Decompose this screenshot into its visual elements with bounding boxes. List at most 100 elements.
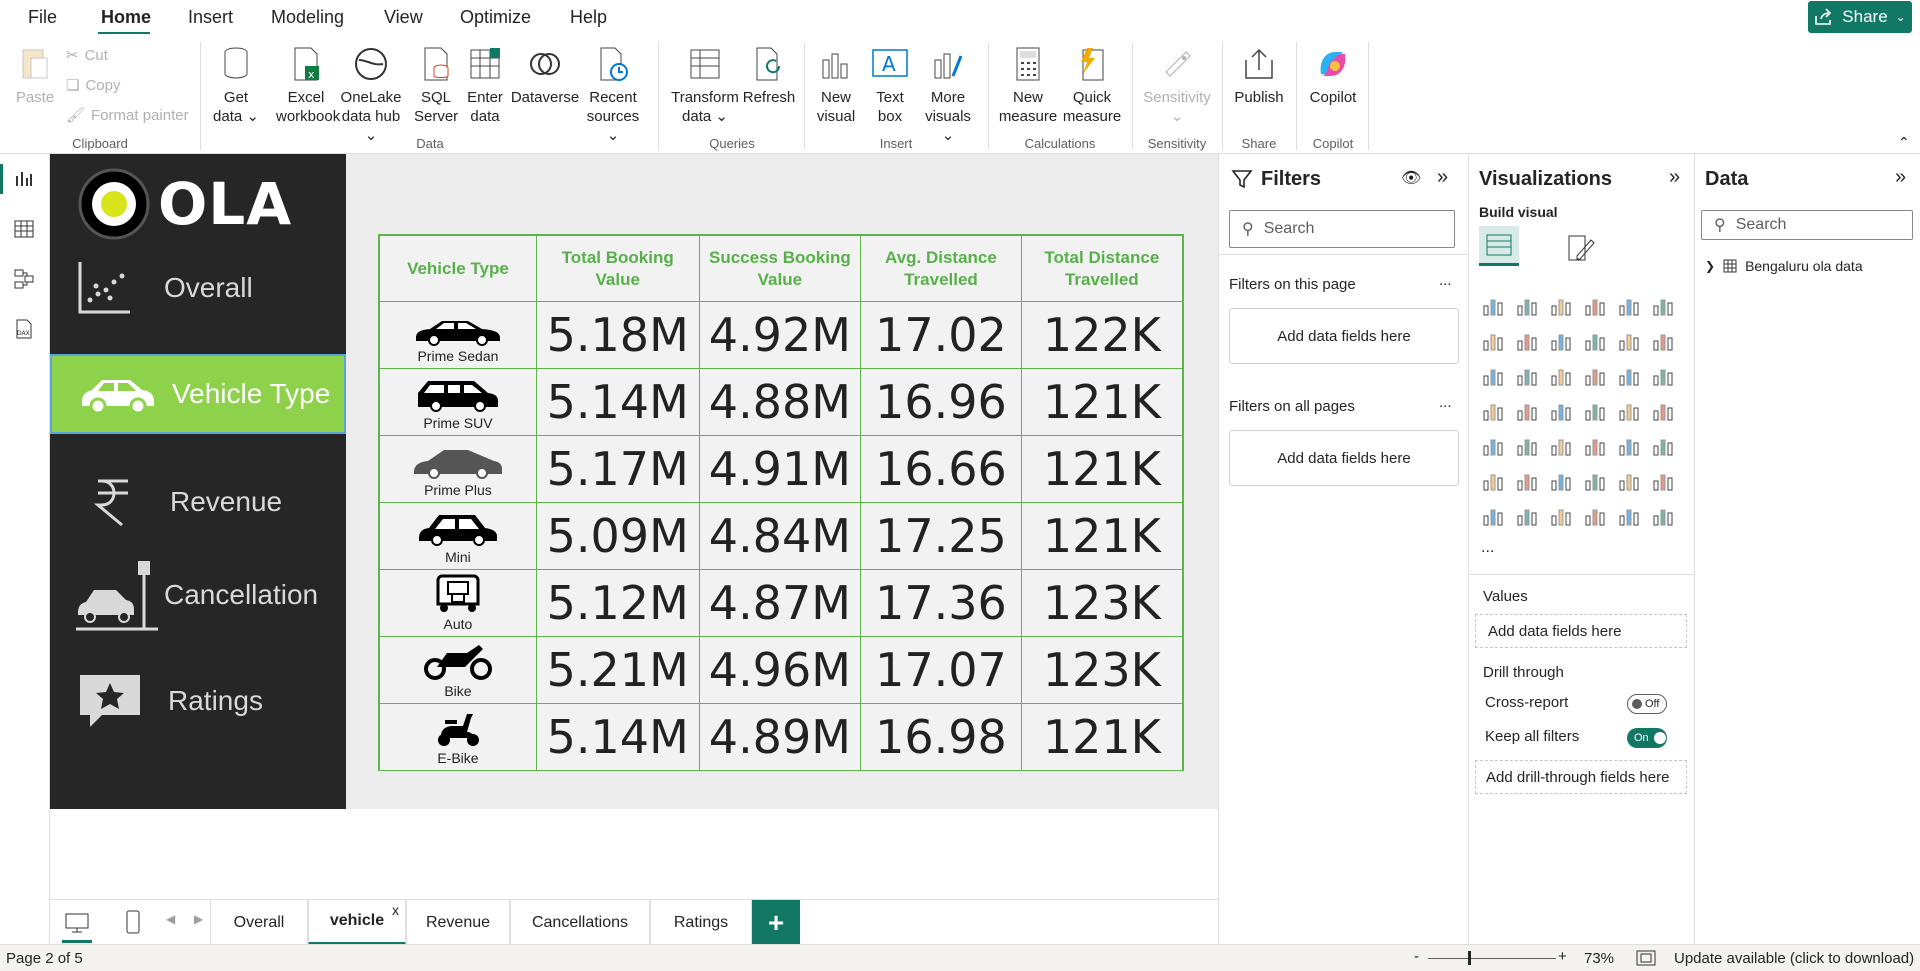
data-search-input[interactable]: ⚲ Search (1701, 210, 1913, 240)
ribbon-chart-icon[interactable] (1481, 364, 1507, 390)
zoom-slider-thumb[interactable] (1468, 951, 1471, 965)
data-table-item[interactable]: ❯ Bengaluru ola data (1705, 258, 1863, 274)
header-total-booking-value[interactable]: Total Booking Value (535, 235, 700, 302)
menu-optimize[interactable]: Optimize (460, 7, 531, 28)
clustered-column-chart-icon[interactable] (1583, 294, 1609, 320)
format-painter-button[interactable]: 🖌 Format painter (66, 106, 189, 125)
more-visuals-button[interactable]: More visuals ⌄ (920, 46, 976, 145)
line-stacked-column-chart-icon[interactable] (1651, 329, 1677, 355)
previous-page-icon[interactable]: ◀ (166, 912, 175, 926)
chevron-visual-icon[interactable] (1651, 504, 1677, 530)
power-apps-icon[interactable] (1515, 504, 1541, 530)
arcgis-map-icon[interactable] (1583, 504, 1609, 530)
100-stacked-area-chart-icon[interactable] (1583, 329, 1609, 355)
stacked-bar-chart-icon[interactable] (1481, 294, 1507, 320)
pie-chart-icon[interactable] (1617, 364, 1643, 390)
diamond-visual-icon[interactable] (1617, 504, 1643, 530)
desktop-layout-icon[interactable] (64, 912, 90, 934)
key-influencers-icon[interactable] (1515, 469, 1541, 495)
gauge-icon[interactable] (1617, 399, 1643, 425)
cross-report-toggle[interactable]: Off (1627, 694, 1667, 714)
azure-map-icon[interactable] (1583, 399, 1609, 425)
paste-button[interactable]: Paste (14, 46, 56, 107)
kpi-icon[interactable] (1515, 434, 1541, 460)
area-chart-icon[interactable] (1515, 329, 1541, 355)
update-available-link[interactable]: Update available (click to download) (1674, 950, 1914, 967)
goals-icon[interactable] (1651, 469, 1677, 495)
table-visual-icon[interactable] (1583, 434, 1609, 460)
get-data-button[interactable]: Get data ⌄ (208, 46, 264, 126)
paginated-report-icon[interactable] (1481, 504, 1507, 530)
table-view-icon[interactable] (13, 218, 35, 240)
filled-map-icon[interactable] (1549, 399, 1575, 425)
report-view-icon[interactable] (13, 168, 35, 190)
card-icon[interactable] (1651, 399, 1677, 425)
share-button[interactable]: Share ⌄ (1808, 1, 1912, 33)
dataverse-button[interactable]: Dataverse (510, 46, 580, 107)
cut-button[interactable]: ✂ Cut (66, 46, 108, 65)
tab-vehicle[interactable]: vehicle x (308, 900, 406, 945)
add-page-button[interactable]: + (752, 900, 800, 945)
text-box-button[interactable]: A Text box (866, 46, 914, 126)
enter-data-button[interactable]: Enter data (462, 46, 508, 126)
nav-revenue-button[interactable]: Revenue (50, 460, 346, 544)
clustered-bar-chart-icon[interactable] (1549, 294, 1575, 320)
menu-insert[interactable]: Insert (188, 7, 233, 28)
transform-data-button[interactable]: Transform data ⌄ (668, 46, 742, 126)
keep-all-filters-toggle[interactable]: On (1627, 728, 1667, 748)
page-filters-dropzone[interactable]: Add data fields here (1229, 308, 1459, 364)
stacked-column-chart-icon[interactable] (1515, 294, 1541, 320)
nav-ratings-button[interactable]: Ratings (50, 656, 346, 746)
new-visual-button[interactable]: New visual (812, 46, 860, 126)
fit-to-page-icon[interactable] (1636, 950, 1656, 966)
mobile-layout-icon[interactable] (126, 910, 140, 934)
100-stacked-column-chart-icon[interactable] (1651, 294, 1677, 320)
menu-view[interactable]: View (384, 7, 423, 28)
more-options-icon[interactable]: ... (1439, 394, 1452, 411)
close-tab-icon[interactable]: x (392, 902, 399, 918)
sql-server-button[interactable]: SQL Server (414, 46, 458, 126)
header-avg-distance-travelled[interactable]: Avg. Distance Travelled (860, 235, 1022, 302)
excel-workbook-button[interactable]: x Excel workbook (276, 46, 340, 126)
100-stacked-bar-chart-icon[interactable] (1617, 294, 1643, 320)
waterfall-chart-icon[interactable] (1515, 364, 1541, 390)
next-page-icon[interactable]: ▶ (194, 912, 203, 926)
zoom-out-icon[interactable]: - (1414, 948, 1419, 965)
tab-overall[interactable]: Overall (210, 900, 308, 945)
r-visual-icon[interactable] (1651, 434, 1677, 460)
header-total-distance-travelled[interactable]: Total Distance Travelled (1020, 235, 1184, 302)
line-chart-icon[interactable] (1481, 329, 1507, 355)
scatter-chart-icon[interactable] (1583, 364, 1609, 390)
drill-through-dropzone[interactable]: Add drill-through fields here (1475, 760, 1687, 794)
zoom-slider[interactable] (1428, 958, 1556, 959)
funnel-chart-icon[interactable] (1549, 364, 1575, 390)
values-dropzone[interactable]: Add data fields here (1475, 614, 1687, 648)
tab-ratings[interactable]: Ratings (650, 900, 752, 945)
onelake-data-hub-button[interactable]: OneLake data hub ⌄ (336, 46, 406, 145)
new-measure-button[interactable]: New measure (996, 46, 1060, 126)
decomposition-tree-icon[interactable] (1549, 469, 1575, 495)
map-icon[interactable] (1515, 399, 1541, 425)
matrix-icon[interactable] (1617, 434, 1643, 460)
line-clustered-column-chart-icon[interactable] (1617, 329, 1643, 355)
power-automate-icon[interactable] (1549, 504, 1575, 530)
dax-query-view-icon[interactable]: DAX (13, 318, 35, 340)
nav-overall-button[interactable]: Overall (50, 246, 346, 330)
collapse-ribbon-icon[interactable]: ⌃ (1898, 134, 1910, 151)
tab-revenue[interactable]: Revenue (406, 900, 510, 945)
publish-button[interactable]: Publish (1228, 46, 1290, 107)
stacked-area-chart-icon[interactable] (1549, 329, 1575, 355)
nav-vehicle-type-button[interactable]: Vehicle Type (50, 354, 346, 434)
slicer-icon[interactable] (1549, 434, 1575, 460)
format-visual-icon[interactable] (1565, 232, 1595, 264)
header-vehicle-type[interactable]: Vehicle Type (379, 235, 537, 302)
collapse-visualizations-icon[interactable]: » (1669, 166, 1680, 189)
header-success-booking-value[interactable]: Success Booking Value (698, 235, 862, 302)
qa-visual-icon[interactable] (1583, 469, 1609, 495)
build-visual-tab[interactable] (1479, 226, 1519, 266)
python-visual-icon[interactable] (1481, 469, 1507, 495)
vehicle-type-table[interactable]: Vehicle Type Total Booking Value Success … (378, 234, 1184, 771)
more-options-icon[interactable]: ... (1439, 272, 1452, 289)
treemap-icon[interactable] (1481, 399, 1507, 425)
filters-search-input[interactable]: ⚲ Search (1229, 210, 1455, 248)
